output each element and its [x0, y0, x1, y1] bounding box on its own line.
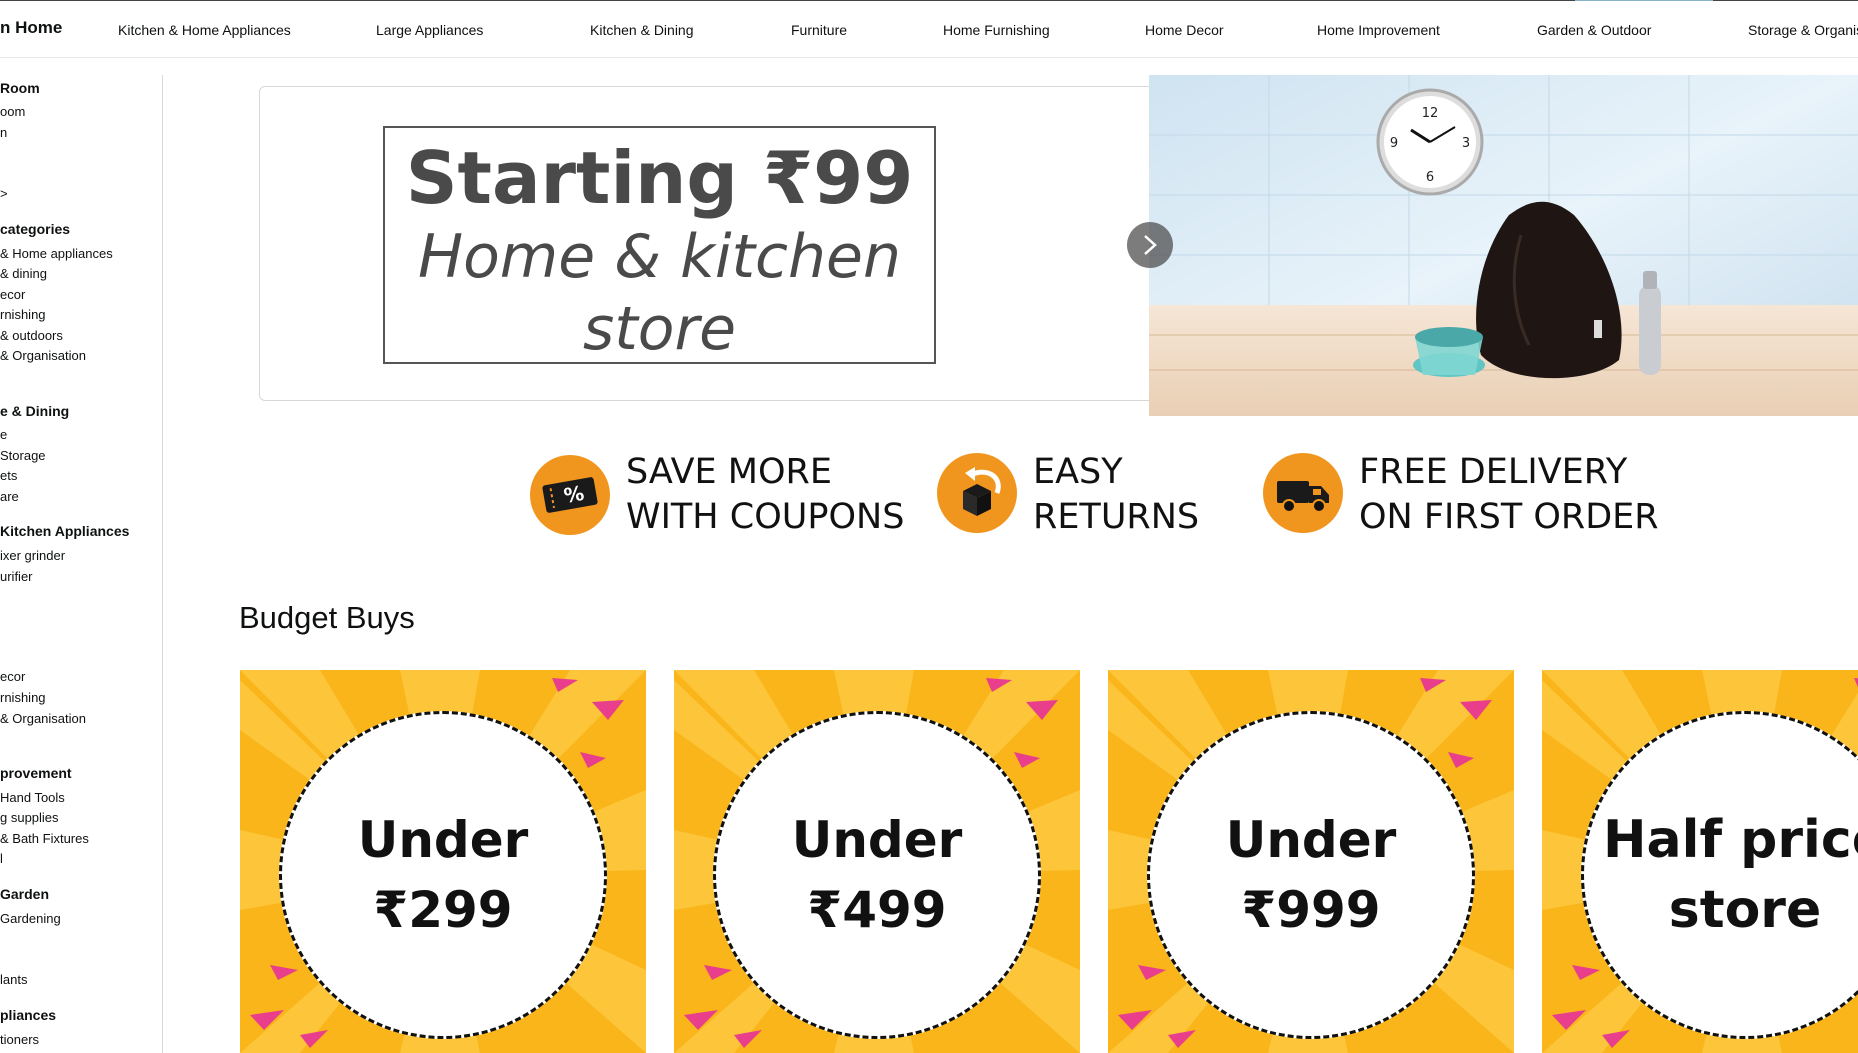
sidebar-item[interactable]: rnishing: [0, 307, 46, 322]
sidebar-item[interactable]: & Organisation: [0, 348, 86, 363]
sidebar-heading: Kitchen Appliances: [0, 523, 130, 539]
budget-card-under-999[interactable]: Under ₹999: [1108, 670, 1514, 1053]
budget-card-label: Under ₹499: [791, 811, 963, 939]
price-circle: Under ₹499: [713, 711, 1041, 1039]
budget-card-under-299[interactable]: Under ₹299: [240, 670, 646, 1053]
category-nav-bar: n Home Kitchen & Home Appliances Large A…: [0, 1, 1858, 58]
sidebar-item[interactable]: oom: [0, 104, 25, 119]
hero-subtitle-line1: Home & kitchen: [417, 222, 902, 292]
nav-link-large-appliances[interactable]: Large Appliances: [376, 22, 483, 38]
sidebar-heading: e & Dining: [0, 403, 70, 419]
budget-card-under-499[interactable]: Under ₹499: [674, 670, 1080, 1053]
coupon-icon: %: [530, 455, 610, 535]
nav-link-home-improvement[interactable]: Home Improvement: [1317, 22, 1440, 38]
sidebar-item[interactable]: ecor: [0, 287, 25, 302]
feature-easy-returns: EASY RETURNS: [937, 450, 1257, 540]
sidebar-item[interactable]: ets: [0, 468, 17, 483]
sidebar-item[interactable]: & dining: [0, 266, 47, 281]
hero-product-image[interactable]: 12 3 6 9: [1149, 75, 1858, 416]
sidebar-item[interactable]: & outdoors: [0, 328, 63, 343]
svg-text:9: 9: [1390, 136, 1398, 151]
sidebar-item[interactable]: g supplies: [0, 810, 59, 825]
nav-link-home-decor[interactable]: Home Decor: [1145, 22, 1224, 38]
sidebar-refinements: Room oom n > categories & Home appliance…: [0, 75, 163, 1053]
svg-text:3: 3: [1462, 136, 1470, 151]
sidebar-heading: provement: [0, 765, 72, 781]
svg-text:%: %: [562, 481, 586, 508]
sidebar-item[interactable]: Gardening: [0, 911, 61, 926]
store-brand-link[interactable]: n Home: [0, 18, 62, 38]
hero-text-box: Starting ₹99 Home & kitchen store: [383, 126, 936, 364]
sidebar-heading: Garden: [0, 886, 50, 902]
price-circle: Under ₹299: [279, 711, 607, 1039]
sidebar-item[interactable]: & Organisation: [0, 711, 86, 726]
feature-save-more: % SAVE MORE WITH COUPONS: [530, 450, 930, 540]
sidebar-item[interactable]: n: [0, 125, 7, 140]
wall-clock-icon: 12 3 6 9: [1376, 88, 1484, 196]
chopper-icon: [1413, 327, 1485, 377]
nav-link-garden-outdoor[interactable]: Garden & Outdoor: [1537, 22, 1651, 38]
sidebar-heading: pliances: [0, 1007, 57, 1023]
sidebar-item[interactable]: l: [0, 851, 3, 866]
feature-free-delivery: FREE DELIVERY ON FIRST ORDER: [1263, 450, 1683, 540]
feature-save-more-line1: SAVE MORE: [626, 452, 832, 492]
sidebar-item[interactable]: ecor: [0, 669, 25, 684]
feature-save-more-line2: WITH COUPONS: [626, 497, 905, 537]
budget-card-half-price-store[interactable]: Half price store: [1542, 670, 1858, 1053]
sidebar-item[interactable]: Storage: [0, 448, 46, 463]
delivery-truck-icon: [1263, 453, 1343, 533]
feature-free-delivery-line1: FREE DELIVERY: [1359, 452, 1628, 492]
nav-link-furniture[interactable]: Furniture: [791, 22, 847, 38]
sidebar-item[interactable]: & Home appliances: [0, 246, 113, 261]
sidebar-heading: Room: [0, 80, 40, 96]
svg-text:12: 12: [1422, 106, 1439, 121]
chevron-right-icon: [1144, 235, 1157, 255]
budget-card-label: Under ₹999: [1225, 811, 1397, 939]
hero-title: Starting ₹99: [405, 136, 914, 220]
sidebar-item[interactable]: tioners: [0, 1032, 39, 1047]
nav-link-storage-organisation[interactable]: Storage & Organis: [1748, 22, 1858, 38]
sidebar-item[interactable]: e: [0, 427, 7, 442]
sidebar-item[interactable]: rnishing: [0, 690, 46, 705]
feature-easy-returns-line1: EASY: [1033, 452, 1123, 492]
sidebar-item[interactable]: Hand Tools: [0, 790, 65, 805]
sidebar-item[interactable]: are: [0, 489, 19, 504]
sidebar-see-more-link[interactable]: >: [0, 186, 8, 201]
nav-link-kitchen-home-appliances[interactable]: Kitchen & Home Appliances: [118, 22, 291, 38]
sidebar-item[interactable]: urifier: [0, 569, 33, 584]
sidebar-item[interactable]: lants: [0, 972, 27, 987]
feature-free-delivery-line2: ON FIRST ORDER: [1359, 497, 1659, 537]
budget-buys-heading: Budget Buys: [239, 600, 415, 635]
sidebar-item[interactable]: ixer grinder: [0, 548, 65, 563]
feature-easy-returns-line2: RETURNS: [1033, 497, 1200, 537]
carousel-next-button[interactable]: [1127, 222, 1173, 268]
nav-link-kitchen-dining[interactable]: Kitchen & Dining: [590, 22, 694, 38]
sidebar-heading: categories: [0, 221, 71, 237]
nav-link-home-furnishing[interactable]: Home Furnishing: [943, 22, 1050, 38]
budget-card-label: Half price store: [1603, 810, 1858, 940]
hero-subtitle-line2: store: [582, 294, 737, 364]
price-circle: Under ₹999: [1147, 711, 1475, 1039]
svg-text:6: 6: [1426, 170, 1434, 185]
sidebar-item[interactable]: & Bath Fixtures: [0, 831, 89, 846]
return-box-icon: [937, 453, 1017, 533]
budget-card-label: Under ₹299: [357, 811, 529, 939]
